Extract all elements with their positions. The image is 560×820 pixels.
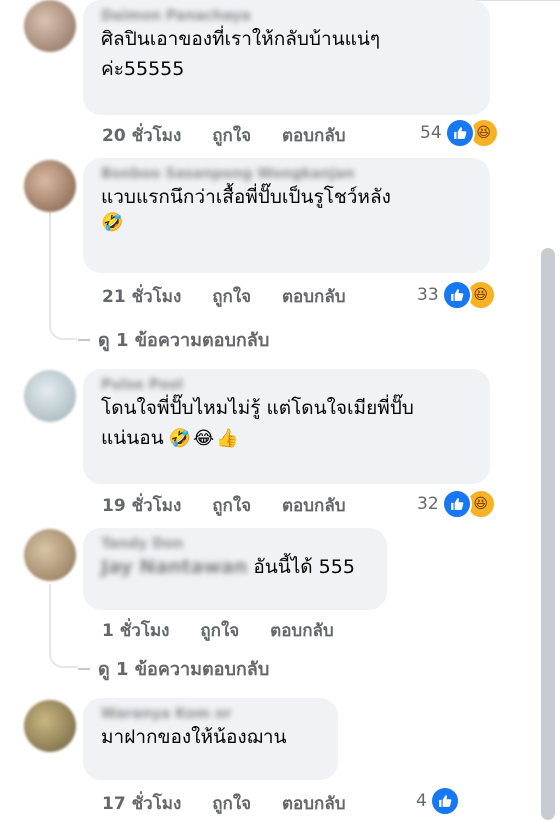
like-button[interactable]: ถูกใจ: [212, 287, 251, 307]
reply-button[interactable]: ตอบกลับ: [282, 126, 346, 146]
comment-author[interactable]: Bonboo Sasanpong Wongkanjan: [101, 166, 472, 182]
comment-text-body: อันนี้ได้ 555: [253, 556, 355, 578]
reply-button[interactable]: ตอบกลับ: [282, 794, 346, 814]
comment-text: แวบแรกนึกว่าเสื้อพี่ปั๊บเป็นรูโชว์หลัง: [101, 186, 391, 208]
like-button[interactable]: ถูกใจ: [212, 794, 251, 814]
comment-text: โดนใจพี่ปั๊บไหมไม่รู้ แต่โดนใจเมียพี่ปั๊…: [101, 397, 414, 449]
like-button[interactable]: ถูกใจ: [200, 621, 239, 641]
comment-timestamp[interactable]: 21 ชั่วโมง: [102, 287, 181, 307]
scrollbar[interactable]: [541, 248, 555, 820]
like-icon: [429, 786, 460, 816]
like-button[interactable]: ถูกใจ: [212, 126, 251, 146]
avatar[interactable]: [24, 700, 76, 752]
reaction-count: 54: [420, 123, 442, 143]
comment-author[interactable]: Pulse Pool: [101, 377, 472, 393]
view-replies-link[interactable]: ดู 1 ข้อความตอบกลับ: [78, 325, 269, 354]
reply-dash: [78, 338, 90, 341]
like-button[interactable]: ถูกใจ: [212, 496, 251, 516]
reaction-summary[interactable]: 33 😆: [417, 280, 496, 310]
avatar[interactable]: [24, 160, 76, 212]
avatar[interactable]: [24, 0, 76, 52]
comment-author[interactable]: Tandy Don: [101, 536, 369, 552]
comment-actions: 19 ชั่วโมง ถูกใจ ตอบกลับ: [102, 492, 371, 519]
reply-button[interactable]: ตอบกลับ: [270, 621, 334, 641]
view-replies-label: ดู 1 ข้อความตอบกลับ: [98, 330, 270, 351]
reply-thread-line: [49, 212, 77, 340]
view-replies-label: ดู 1 ข้อความตอบกลับ: [98, 659, 270, 680]
comment-actions: 20 ชั่วโมง ถูกใจ ตอบกลับ: [102, 122, 371, 149]
comment-author[interactable]: Daimon Panachaya: [101, 8, 472, 24]
comment-timestamp[interactable]: 19 ชั่วโมง: [102, 496, 181, 516]
comment-bubble: Tandy Don Jay Nantawan อันนี้ได้ 555: [83, 528, 387, 610]
reaction-count: 33: [417, 285, 439, 305]
comment-emoji: 🤣😂👍: [168, 428, 241, 449]
comment-bubble: Bonboo Sasanpong Wongkanjan แวบแรกนึกว่า…: [83, 158, 490, 273]
comment-text: มาฝากของให้น้องฌาน: [101, 726, 287, 748]
comment-timestamp[interactable]: 17 ชั่วโมง: [102, 794, 181, 814]
reaction-summary[interactable]: 4: [416, 786, 460, 816]
reply-dash: [78, 667, 90, 670]
reaction-summary[interactable]: 54 😆: [420, 118, 499, 148]
comment-bubble: Waranya Kom or มาฝากของให้น้องฌาน: [83, 698, 338, 780]
reaction-count: 32: [417, 494, 439, 514]
reply-button[interactable]: ตอบกลับ: [282, 496, 346, 516]
comment-timestamp[interactable]: 1 ชั่วโมง: [102, 621, 169, 641]
view-replies-link[interactable]: ดู 1 ข้อความตอบกลับ: [78, 654, 269, 683]
reply-button[interactable]: ตอบกลับ: [282, 287, 346, 307]
comment-bubble: Daimon Panachaya ศิลปินเอาของที่เราให้กล…: [83, 0, 490, 115]
comment-emoji: 🤣: [101, 212, 126, 233]
avatar[interactable]: [24, 370, 76, 422]
comment-timestamp[interactable]: 20 ชั่วโมง: [102, 126, 181, 146]
comment-text: ศิลปินเอาของที่เราให้กลับบ้านแน่ๆ ค่ะ555…: [101, 28, 381, 80]
comment-author[interactable]: Waranya Kom or: [101, 706, 320, 722]
like-icon: [444, 118, 475, 148]
reaction-summary[interactable]: 32 😆: [417, 489, 496, 519]
reply-thread-line: [49, 584, 77, 668]
like-icon: [441, 489, 472, 519]
mentioned-user[interactable]: Jay Nantawan: [101, 556, 247, 578]
reaction-count: 4: [416, 791, 427, 811]
comment-actions: 21 ชั่วโมง ถูกใจ ตอบกลับ: [102, 283, 371, 310]
avatar[interactable]: [24, 529, 76, 581]
like-icon: [441, 280, 472, 310]
comment-bubble: Pulse Pool โดนใจพี่ปั๊บไหมไม่รู้ แต่โดนใ…: [83, 369, 490, 484]
comment-text: Jay Nantawan อันนี้ได้ 555: [101, 552, 369, 582]
comment-actions: 17 ชั่วโมง ถูกใจ ตอบกลับ: [102, 790, 371, 817]
comment-actions: 1 ชั่วโมง ถูกใจ ตอบกลับ: [102, 617, 359, 644]
